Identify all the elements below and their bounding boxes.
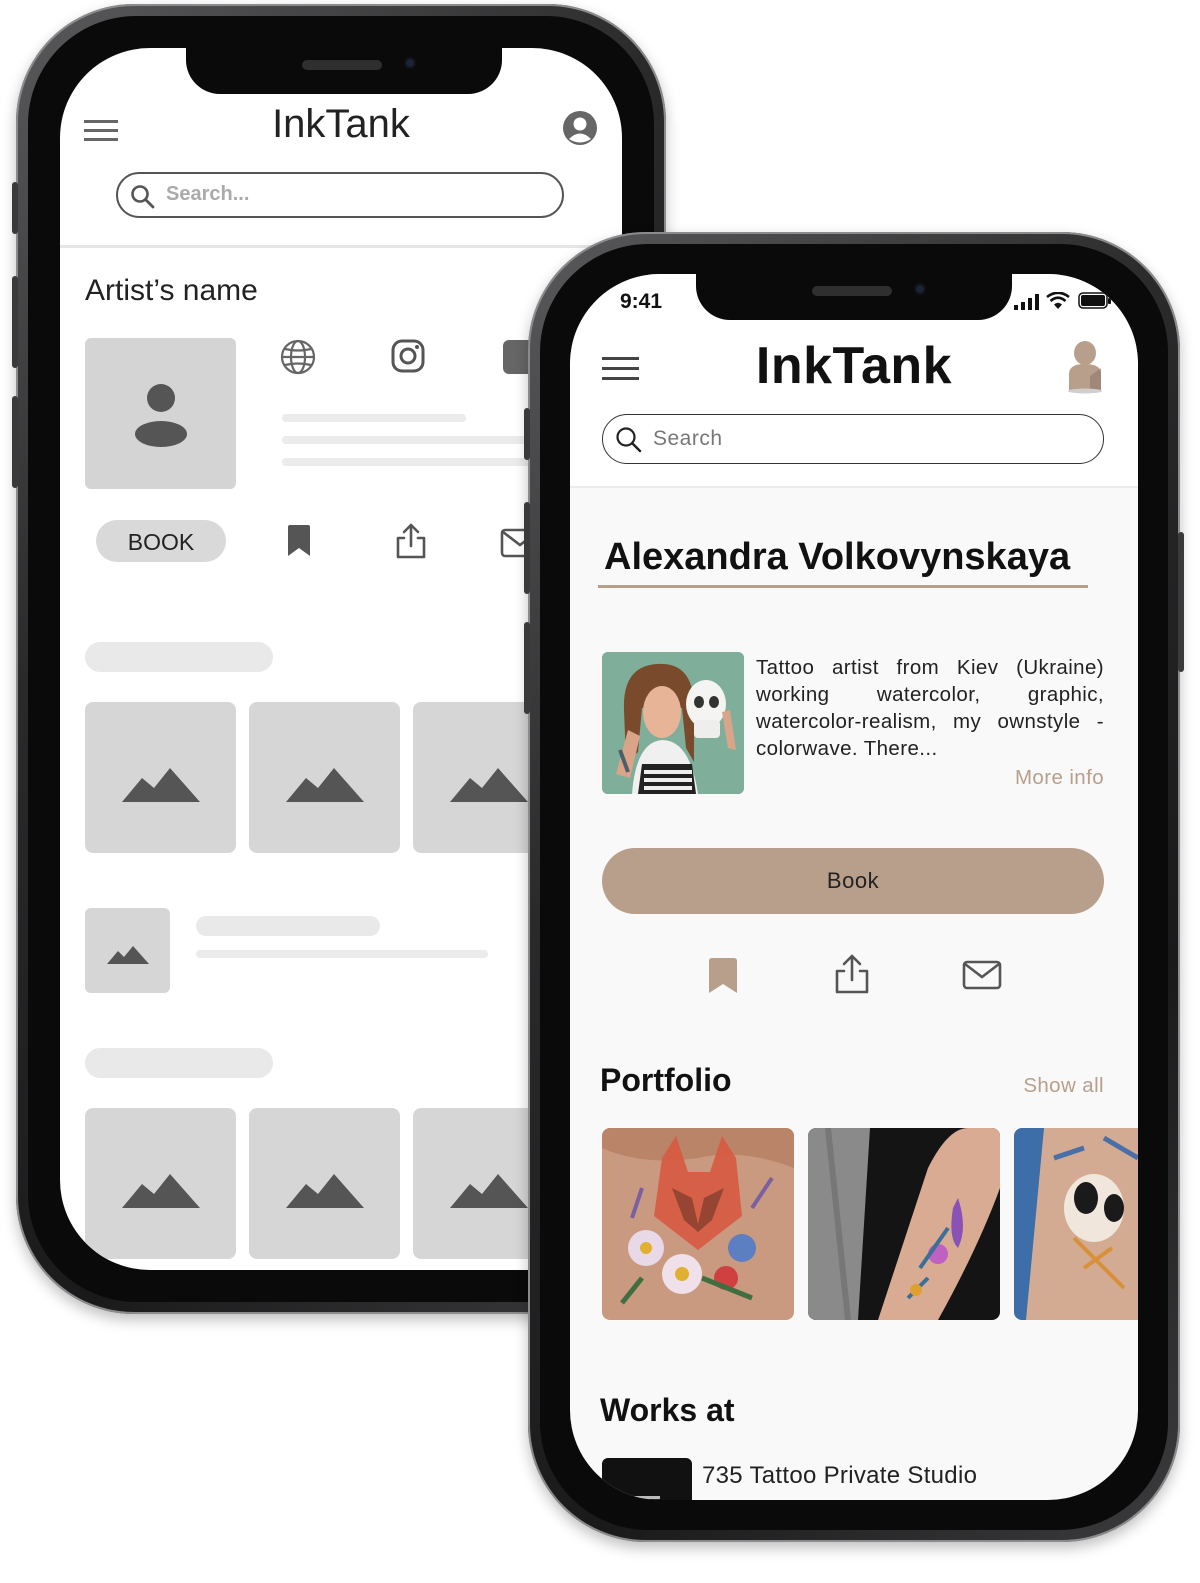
placeholder-line [282,414,466,422]
profile-icon[interactable] [562,110,598,146]
instagram-icon[interactable] [390,338,426,374]
search-icon [616,427,642,453]
portfolio-show-all-link[interactable]: Show all [1023,1074,1104,1098]
app-title: InkTank [272,102,410,146]
share-icon[interactable] [832,953,872,995]
mail-icon[interactable] [962,960,1002,990]
portfolio-image[interactable] [1014,1128,1138,1320]
search-placeholder: Search... [166,183,250,205]
mute-switch [12,182,18,234]
globe-icon[interactable] [279,338,317,376]
volume-up-button [524,502,530,594]
placeholder-line [282,436,542,444]
volume-down-button [12,396,18,488]
search-icon [131,185,155,209]
volume-down-button [524,622,530,714]
artist-name-placeholder: Artist’s name [85,274,258,307]
book-button-label: Book [826,868,880,893]
mountain-icon [286,1174,364,1208]
avatar-placeholder [85,338,236,489]
artist-photo [602,652,744,794]
studio-logo [602,1458,692,1500]
search-input[interactable]: Search [602,414,1104,464]
artist-bio: Tattoo artist from Kiev (Ukraine) workin… [756,656,1104,760]
battery-icon [1078,292,1111,309]
placeholder-line [196,950,488,958]
small-image-placeholder [85,908,170,993]
book-button[interactable]: BOOK [96,520,226,562]
works-at-heading: Works at [600,1392,735,1428]
artist-name-underline [598,585,1088,588]
profile-icon[interactable] [1066,340,1104,394]
search-input[interactable]: Search... [116,172,564,218]
header-divider [60,245,622,248]
mountain-icon [107,946,149,964]
mountain-icon [122,1174,200,1208]
artist-name: Alexandra Volkovynskaya [604,536,1071,578]
app-screen: 9:41 InkTank Search Alexandra Volkovynsk… [570,274,1138,1500]
mountain-icon [450,768,528,802]
section-title-placeholder [85,1048,273,1078]
mountain-icon [450,1174,528,1208]
book-button[interactable]: Book [602,848,1104,914]
bookmark-icon[interactable] [285,523,313,559]
power-button [1178,532,1184,672]
notch [186,48,502,94]
studio-name[interactable]: 735 Tattoo Private Studio [702,1462,977,1490]
more-info-link[interactable]: More info [1015,766,1104,790]
portfolio-image[interactable] [808,1128,1000,1320]
mountain-icon [286,768,364,802]
image-placeholder [249,1108,400,1259]
app-title: InkTank [755,337,953,395]
mountain-icon [122,768,200,802]
notch [696,274,1012,320]
share-icon[interactable] [393,522,429,560]
portfolio-heading: Portfolio [600,1062,732,1098]
section-title-placeholder [85,642,273,672]
bookmark-icon[interactable] [706,956,740,996]
signal-icon [1014,294,1039,310]
menu-icon[interactable] [602,356,640,382]
portfolio-image[interactable] [602,1128,794,1320]
status-time: 9:41 [620,290,663,313]
placeholder-line [282,458,542,466]
image-placeholder [85,702,236,853]
placeholder-line [196,916,380,936]
volume-up-button [12,276,18,368]
book-button-label: BOOK [127,529,195,555]
search-placeholder: Search [653,427,723,450]
image-placeholder [249,702,400,853]
app-phone: 9:41 InkTank Search Alexandra Volkovynsk… [524,232,1184,1542]
wifi-icon [1046,292,1070,309]
person-icon [135,384,187,447]
mute-switch [524,408,530,460]
image-placeholder [85,1108,236,1259]
